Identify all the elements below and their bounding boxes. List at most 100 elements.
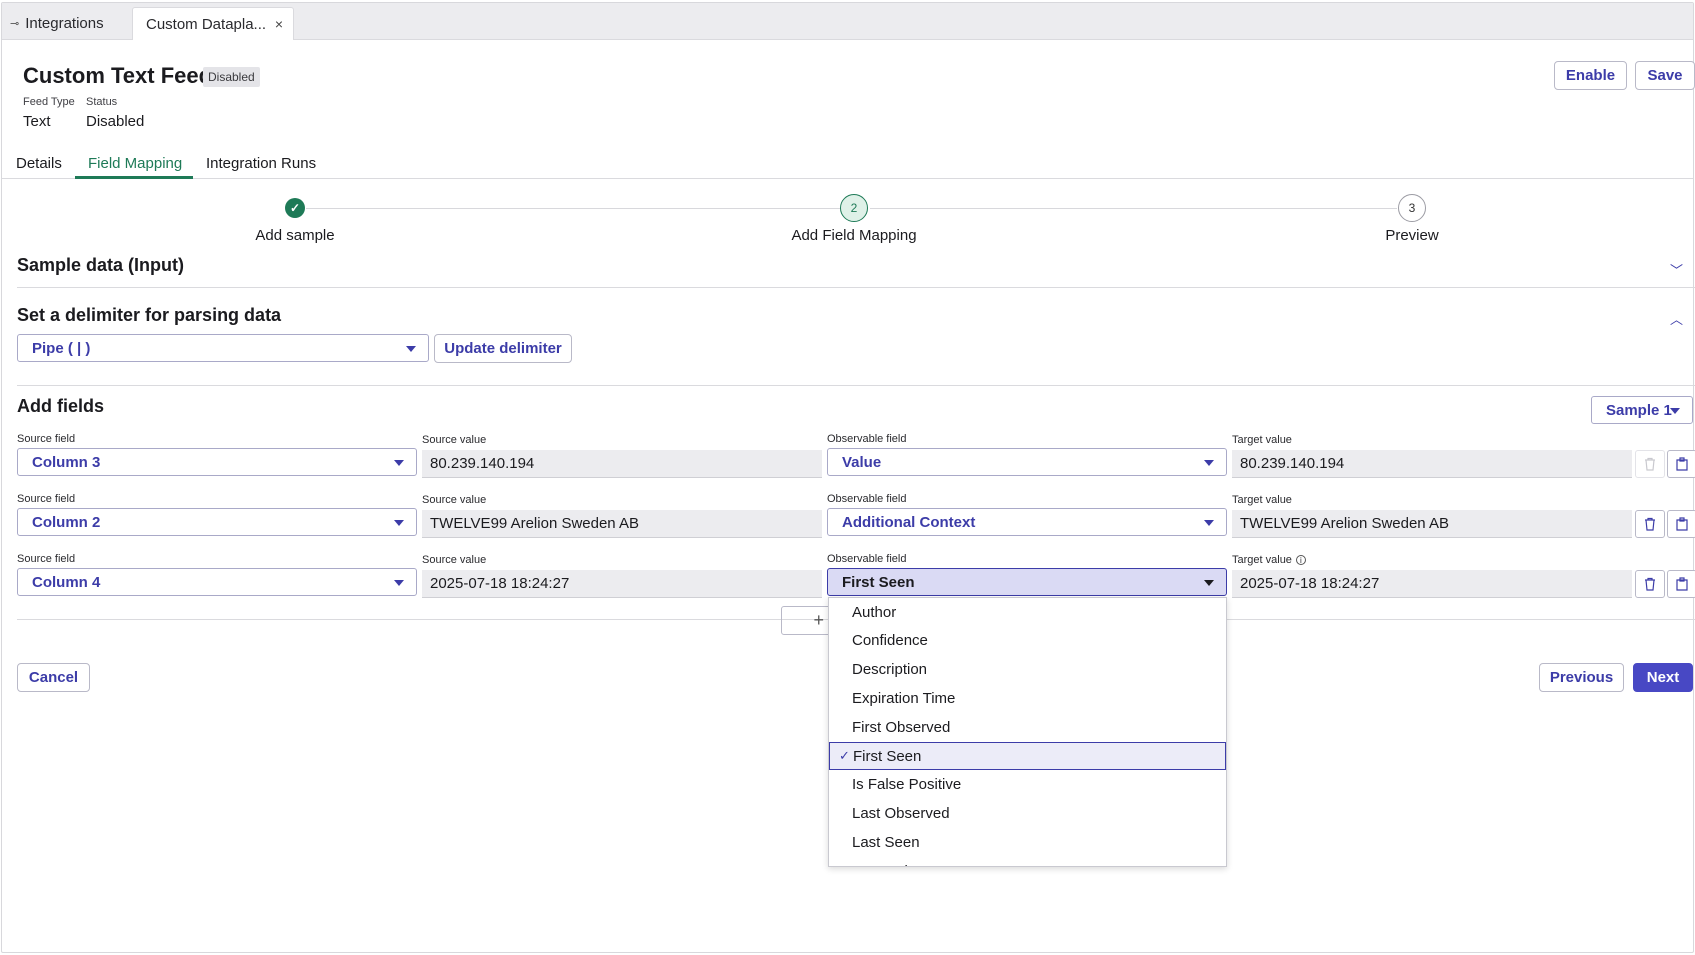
- observable-field-select[interactable]: First Seen: [827, 568, 1227, 596]
- step-2-label: Add Field Mapping: [791, 227, 917, 244]
- copy-row-button[interactable]: [1667, 570, 1695, 598]
- active-tab-indicator: [75, 176, 193, 179]
- observable-field-value: First Seen: [842, 573, 915, 591]
- plug-icon: ⊸: [10, 18, 20, 30]
- trash-icon: [1645, 577, 1655, 591]
- sample-data-title[interactable]: Sample data (Input): [17, 255, 184, 276]
- enable-button[interactable]: Enable: [1554, 61, 1627, 90]
- trash-icon: [1645, 457, 1655, 471]
- caret-down-icon: [406, 346, 416, 352]
- app-window: ⊸ Integrations Custom Datapla... × Custo…: [1, 2, 1695, 953]
- delimiter-select-value: Pipe ( | ): [32, 339, 91, 357]
- delete-row-button[interactable]: [1635, 450, 1665, 478]
- stepper-connector: [306, 208, 846, 209]
- source-value-field: 80.239.140.194: [422, 450, 822, 478]
- page-tabs: Details Field Mapping Integration Runs: [2, 149, 1693, 179]
- step-1-check-icon: ✓: [285, 198, 305, 218]
- previous-button[interactable]: Previous: [1539, 663, 1624, 692]
- delimiter-select[interactable]: Pipe ( | ): [17, 334, 429, 362]
- target-value-field: 2025-07-18 18:24:27: [1232, 570, 1632, 598]
- copy-row-button[interactable]: [1667, 510, 1695, 538]
- source-field-value: Column 4: [32, 573, 101, 591]
- page-title: Custom Text Feed: [23, 63, 213, 88]
- source-field-label: Source field: [17, 553, 76, 565]
- target-value-field: TWELVE99 Arelion Sweden AB: [1232, 510, 1632, 538]
- dropdown-option[interactable]: Reputation: [829, 857, 1226, 867]
- target-value-label: Target value i: [1232, 554, 1306, 566]
- dropdown-option[interactable]: Description: [829, 655, 1226, 683]
- update-delimiter-button[interactable]: Update delimiter: [434, 334, 572, 363]
- add-row-button[interactable]: +: [781, 606, 831, 635]
- feed-type-value: Text: [23, 113, 51, 130]
- caret-down-icon: [394, 580, 404, 586]
- clipboard-icon: [1676, 457, 1688, 471]
- target-value-label-text: Target value: [1232, 554, 1292, 566]
- source-field-select[interactable]: Column 4: [17, 568, 417, 596]
- tab-field-mapping[interactable]: Field Mapping: [88, 155, 182, 172]
- chevron-down-icon[interactable]: ﹀: [1670, 260, 1683, 279]
- trash-icon: [1645, 517, 1655, 531]
- status-label: Status: [86, 96, 118, 108]
- target-value-field: 80.239.140.194: [1232, 450, 1632, 478]
- dropdown-option[interactable]: Last Observed: [829, 799, 1226, 827]
- tab-strip: ⊸ Integrations Custom Datapla... ×: [2, 3, 1693, 40]
- source-field-value: Column 2: [32, 513, 101, 531]
- step-2-indicator: 2: [840, 194, 868, 222]
- info-icon[interactable]: i: [1295, 555, 1306, 566]
- status-value: Disabled: [86, 113, 145, 130]
- caret-down-icon: [1204, 460, 1214, 466]
- observable-field-label: Observable field: [827, 553, 907, 565]
- target-value-label: Target value: [1232, 494, 1292, 506]
- source-field-value: Column 3: [32, 453, 101, 471]
- save-button[interactable]: Save: [1635, 61, 1695, 90]
- dropdown-option[interactable]: Expiration Time: [829, 684, 1226, 712]
- step-3-label: Preview: [1385, 227, 1439, 244]
- clipboard-icon: [1676, 577, 1688, 591]
- caret-down-icon: [1670, 408, 1680, 414]
- cancel-button[interactable]: Cancel: [17, 663, 90, 692]
- sample-select[interactable]: Sample 1: [1591, 396, 1693, 424]
- dropdown-option[interactable]: Last Seen: [829, 828, 1226, 856]
- dropdown-option-selected[interactable]: ✓ First Seen: [829, 742, 1226, 770]
- tab-integrations-label: Integrations: [25, 15, 104, 32]
- divider: [17, 385, 1695, 386]
- observable-field-select[interactable]: Additional Context: [827, 508, 1227, 536]
- observable-field-label: Observable field: [827, 433, 907, 445]
- feed-type-label: Feed Type: [23, 96, 75, 108]
- source-value-label: Source value: [422, 554, 487, 566]
- source-field-select[interactable]: Column 2: [17, 508, 417, 536]
- tab-active-label: Custom Datapla...: [146, 15, 267, 33]
- caret-down-icon: [1204, 520, 1214, 526]
- stepper-connector: [870, 208, 1397, 209]
- dropdown-option[interactable]: Confidence: [829, 626, 1226, 654]
- copy-row-button[interactable]: [1667, 450, 1695, 478]
- clipboard-icon: [1676, 517, 1688, 531]
- observable-field-dropdown: Author Confidence Description Expiration…: [828, 597, 1227, 867]
- caret-down-icon: [1204, 580, 1214, 586]
- dropdown-option[interactable]: Author: [829, 598, 1226, 626]
- delete-row-button[interactable]: [1635, 570, 1665, 598]
- tab-custom-dataplane[interactable]: Custom Datapla... ×: [132, 7, 294, 40]
- source-field-label: Source field: [17, 493, 76, 505]
- caret-down-icon: [394, 460, 404, 466]
- dropdown-option[interactable]: Is False Positive: [829, 770, 1226, 798]
- tab-integrations[interactable]: ⊸ Integrations: [10, 7, 104, 40]
- chevron-up-icon[interactable]: ︿: [1670, 309, 1683, 328]
- dropdown-option[interactable]: First Observed: [829, 713, 1226, 741]
- observable-field-select[interactable]: Value: [827, 448, 1227, 476]
- status-badge: Disabled: [203, 67, 260, 87]
- source-value-label: Source value: [422, 434, 487, 446]
- target-value-label: Target value: [1232, 434, 1292, 446]
- delimiter-title: Set a delimiter for parsing data: [17, 305, 282, 325]
- source-field-select[interactable]: Column 3: [17, 448, 417, 476]
- tab-integration-runs[interactable]: Integration Runs: [206, 155, 316, 172]
- source-value-label: Source value: [422, 494, 487, 506]
- source-value-field: 2025-07-18 18:24:27: [422, 570, 822, 598]
- next-button[interactable]: Next: [1633, 663, 1693, 692]
- observable-field-value: Value: [842, 453, 882, 471]
- close-icon[interactable]: ×: [275, 16, 283, 32]
- caret-down-icon: [394, 520, 404, 526]
- tab-details[interactable]: Details: [16, 155, 62, 172]
- divider: [17, 287, 1695, 288]
- delete-row-button[interactable]: [1635, 510, 1665, 538]
